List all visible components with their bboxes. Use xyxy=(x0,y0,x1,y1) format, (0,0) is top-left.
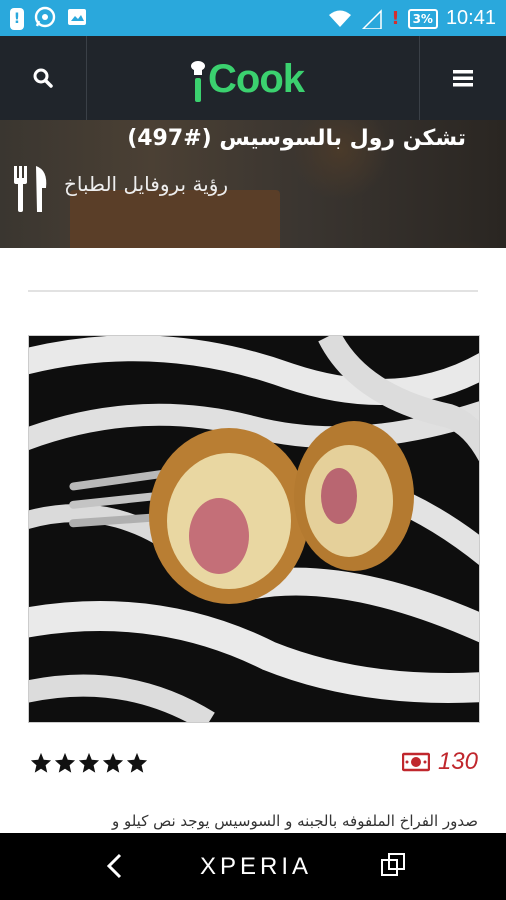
sim-alert-icon: ! xyxy=(10,8,24,30)
recipe-description: صدور الفراخ الملفوفه بالجبنه و السوسيس ي… xyxy=(111,812,478,830)
gallery-icon xyxy=(66,6,88,32)
alert-mark: ! xyxy=(391,8,400,29)
divider xyxy=(28,290,478,292)
rating-stars xyxy=(30,752,148,774)
view-cook-profile-link[interactable]: رؤية بروفايل الطباخ xyxy=(64,172,228,196)
menu-button[interactable] xyxy=(419,36,506,120)
whatsapp-icon xyxy=(34,6,56,32)
system-nav-bar: XPERIA xyxy=(0,833,506,900)
money-icon xyxy=(401,752,430,772)
logo-text: Cook xyxy=(208,57,305,101)
fork-knife-icon xyxy=(14,166,47,212)
app-logo[interactable]: Cook xyxy=(190,56,305,102)
star-icon xyxy=(102,752,124,773)
price: 130 xyxy=(401,748,478,776)
search-button[interactable] xyxy=(0,36,87,120)
price-value: 130 xyxy=(437,748,478,775)
clock: 10:41 xyxy=(445,7,496,29)
status-bar: ! ! 3% 10:41 xyxy=(0,0,506,36)
wifi-icon xyxy=(329,10,352,27)
recipe-photo-image xyxy=(29,336,479,722)
app-bar: Cook xyxy=(0,36,506,120)
chef-icon xyxy=(191,61,205,102)
star-icon xyxy=(78,752,100,773)
banner-background xyxy=(70,190,280,248)
battery-indicator: 3% xyxy=(407,8,438,29)
star-icon xyxy=(30,752,52,773)
signal-icon xyxy=(362,8,383,29)
xperia-brand: XPERIA xyxy=(200,853,313,880)
search-icon xyxy=(33,68,53,88)
recent-apps-icon[interactable] xyxy=(378,851,408,881)
recipe-photo[interactable] xyxy=(28,335,480,723)
star-icon xyxy=(54,752,76,773)
recipe-header-banner: تشكن رول بالسوسيس (#497) رؤية بروفايل ال… xyxy=(0,120,506,248)
recipe-title: تشكن رول بالسوسيس (#497) xyxy=(127,126,466,151)
hamburger-menu-icon xyxy=(453,70,473,87)
star-icon xyxy=(126,752,148,773)
back-icon[interactable] xyxy=(100,851,130,881)
